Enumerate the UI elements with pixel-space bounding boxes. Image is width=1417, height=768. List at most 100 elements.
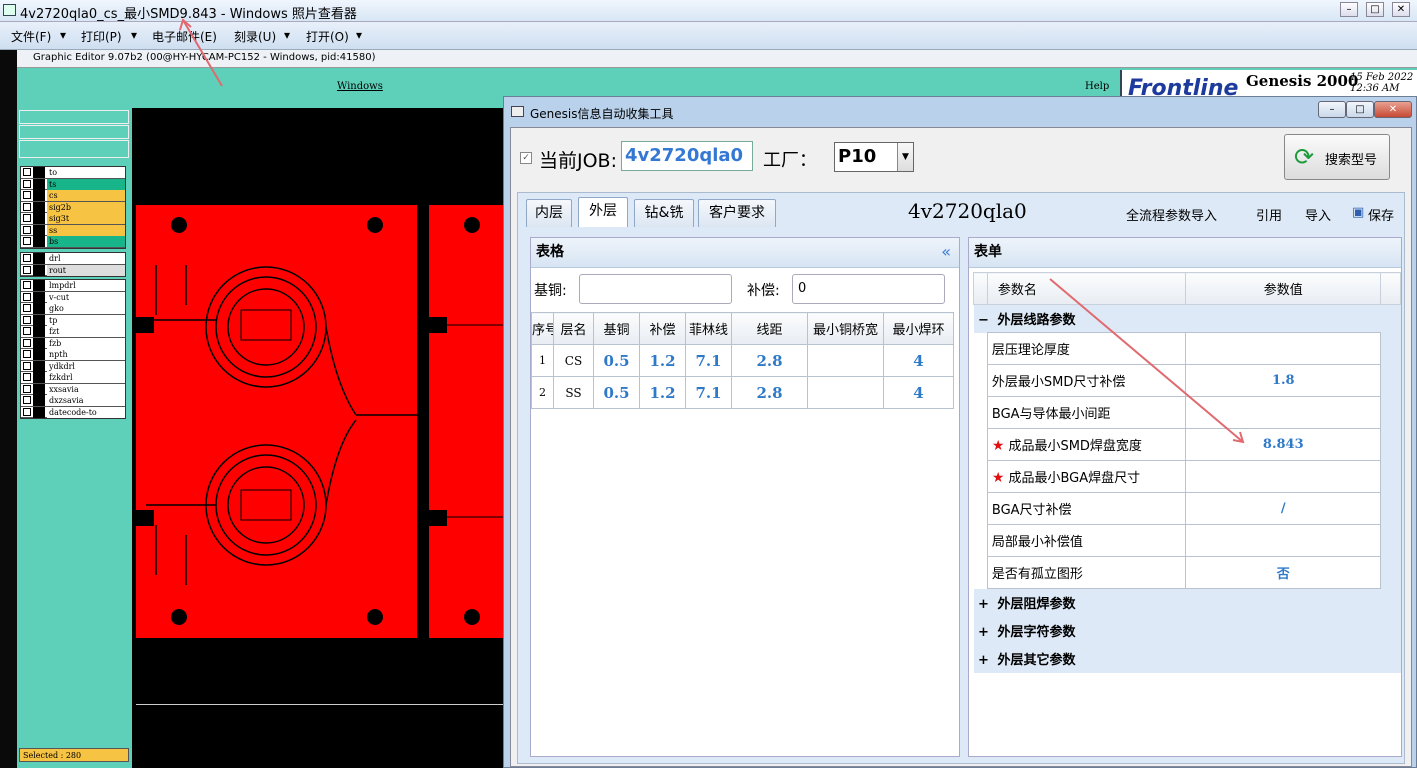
layer-row[interactable]: rout (21, 264, 125, 276)
layer-row[interactable]: tp (21, 314, 125, 326)
layer-checkbox[interactable] (23, 179, 31, 188)
tab-drill-mill[interactable]: 钻&铣 (634, 199, 694, 227)
layer-row[interactable]: sig3t (21, 213, 125, 225)
layer-checkbox[interactable] (23, 327, 31, 335)
cell-bridge[interactable] (807, 344, 884, 377)
param-value[interactable]: / (1185, 492, 1382, 525)
table-row[interactable]: 2 SS 0.5 1.2 7.1 2.8 4 (531, 376, 954, 409)
param-row[interactable]: 局部最小补偿值 (973, 524, 1401, 557)
param-value[interactable]: 1.8 (1185, 364, 1382, 397)
base-copper-input[interactable] (579, 274, 732, 304)
layer-checkbox[interactable] (23, 384, 31, 393)
cell-base[interactable]: 0.5 (593, 344, 640, 377)
cell-film[interactable]: 7.1 (685, 376, 732, 409)
job-checkbox[interactable]: ✓ (520, 152, 532, 164)
param-group-row[interactable]: + 外层其它参数 (973, 644, 1401, 673)
expand-icon[interactable]: + (978, 625, 990, 640)
comp-input[interactable]: 0 (792, 274, 945, 304)
cell-idx[interactable]: 2 (531, 376, 554, 409)
layer-row[interactable]: datecode-to (21, 406, 125, 418)
cell-film[interactable]: 7.1 (685, 344, 732, 377)
column-header[interactable]: 补偿 (639, 312, 686, 345)
cell-layer[interactable]: CS (553, 344, 594, 377)
expand-icon[interactable]: + (978, 597, 990, 612)
cell-idx[interactable]: 1 (531, 344, 554, 377)
dialog-close-button[interactable]: ✕ (1374, 101, 1412, 118)
layer-row[interactable]: drl (21, 253, 125, 265)
param-row[interactable]: BGA与导体最小间距 (973, 396, 1401, 429)
cell-layer[interactable]: SS (553, 376, 594, 409)
column-header[interactable]: 最小焊环 (883, 312, 954, 345)
layer-checkbox[interactable] (23, 292, 31, 301)
maximize-button[interactable]: □ (1366, 2, 1384, 17)
menu-file-arrow-icon[interactable]: ▾ (60, 28, 66, 42)
menu-email[interactable]: 电子邮件(E) (152, 28, 217, 45)
dialog-maximize-button[interactable]: □ (1346, 101, 1374, 118)
tab-outer-layer[interactable]: 外层 (578, 197, 628, 227)
column-header[interactable]: 最小铜桥宽 (807, 312, 884, 345)
column-header[interactable]: 菲林线 (685, 312, 732, 345)
layer-row[interactable]: ydkdrl (21, 360, 125, 372)
menu-help[interactable]: Help (1085, 81, 1109, 92)
pcb-canvas[interactable] (132, 108, 504, 768)
layer-checkbox[interactable] (23, 168, 31, 176)
layer-checkbox[interactable] (23, 350, 31, 358)
layer-checkbox[interactable] (23, 191, 31, 199)
menu-burn[interactable]: 刻录(U) (234, 28, 276, 45)
cell-comp[interactable]: 1.2 (639, 344, 686, 377)
search-model-button[interactable]: ⟳ 搜索型号 (1284, 134, 1390, 180)
layer-row[interactable]: dxzsavia (21, 395, 125, 407)
param-value[interactable]: 否 (1185, 556, 1382, 589)
menu-print-arrow-icon[interactable]: ▾ (131, 28, 137, 42)
tab-customer-requirements[interactable]: 客户要求 (698, 199, 776, 227)
layer-row[interactable]: ss (21, 224, 125, 236)
param-group-row[interactable]: + 外层字符参数 (973, 616, 1401, 645)
param-row[interactable]: BGA尺寸补偿 / (973, 492, 1401, 525)
layer-checkbox[interactable] (23, 237, 31, 245)
layer-checkbox[interactable] (23, 361, 31, 370)
layer-row[interactable]: npth (21, 349, 125, 361)
column-header[interactable]: 线距 (731, 312, 808, 345)
save-icon[interactable]: ▣ (1352, 205, 1364, 220)
layer-row[interactable]: lmpdrl (21, 280, 125, 292)
layer-checkbox[interactable] (23, 338, 31, 347)
layer-row[interactable]: ts (21, 178, 125, 190)
param-group-row[interactable]: + 外层阻焊参数 (973, 588, 1401, 617)
expand-icon[interactable]: + (978, 653, 990, 668)
menu-file[interactable]: 文件(F) (11, 28, 51, 45)
param-row[interactable]: 层压理论厚度 (973, 332, 1401, 365)
dropdown-arrow-icon[interactable]: ▼ (897, 143, 913, 171)
layer-row[interactable]: bs (21, 236, 125, 248)
param-value[interactable] (1185, 396, 1382, 429)
layer-row[interactable]: gko (21, 303, 125, 315)
layer-checkbox[interactable] (23, 304, 31, 312)
menu-burn-arrow-icon[interactable]: ▾ (284, 28, 290, 42)
close-button[interactable]: ✕ (1392, 2, 1410, 17)
param-row[interactable]: ★ 成品最小BGA焊盘尺寸 (973, 460, 1401, 493)
param-row[interactable]: 外层最小SMD尺寸补偿 1.8 (973, 364, 1401, 397)
param-value[interactable]: 8.843 (1185, 428, 1382, 461)
param-value[interactable] (1185, 460, 1382, 493)
quote-link[interactable]: 引用 (1256, 205, 1282, 224)
job-input[interactable]: 4v2720qla0 (621, 141, 753, 171)
layer-row[interactable]: fzkdrl (21, 372, 125, 384)
save-link[interactable]: 保存 (1368, 205, 1394, 224)
param-value[interactable] (1185, 524, 1382, 557)
layer-checkbox[interactable] (23, 315, 31, 324)
layer-checkbox[interactable] (23, 265, 31, 274)
cell-ring[interactable]: 4 (883, 344, 954, 377)
column-header[interactable]: 基铜 (593, 312, 640, 345)
minimize-button[interactable]: – (1340, 2, 1358, 17)
param-row[interactable]: ★ 成品最小SMD焊盘宽度 8.843 (973, 428, 1401, 461)
layer-row[interactable]: fzb (21, 337, 125, 349)
layer-checkbox[interactable] (23, 281, 31, 289)
menu-windows[interactable]: Windows (337, 81, 383, 92)
column-header[interactable]: 序号 (531, 312, 554, 345)
param-row[interactable]: 是否有孤立图形否 (973, 556, 1401, 589)
layer-checkbox[interactable] (23, 373, 31, 381)
dialog-minimize-button[interactable]: – (1318, 101, 1346, 118)
layer-checkbox[interactable] (23, 407, 31, 416)
layer-checkbox[interactable] (23, 214, 31, 222)
menu-open-arrow-icon[interactable]: ▾ (356, 28, 362, 42)
tab-inner-layer[interactable]: 内层 (526, 199, 572, 227)
